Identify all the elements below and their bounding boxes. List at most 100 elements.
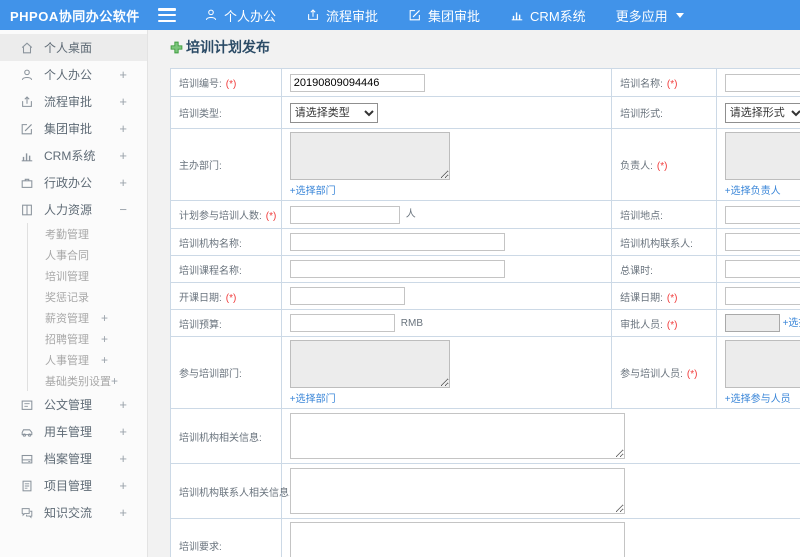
expand-plus-icon[interactable]: + bbox=[119, 397, 127, 412]
upload-icon bbox=[306, 8, 320, 22]
top-bar: PHPOA协同办公软件 个人办公 流程审批 集团审批 CRM系统 更多应用 bbox=[0, 0, 800, 30]
training-type-select[interactable]: 请选择类型 bbox=[289, 102, 378, 123]
training-number-input[interactable] bbox=[289, 73, 425, 92]
training-plan-form: 培训编号:(*) 培训名称:(*) 培训类型: 请选择类型 培训形式: 请选择形… bbox=[170, 68, 800, 557]
sidebar-item-personal-office[interactable]: 个人办公 + bbox=[0, 61, 147, 88]
plus-green-icon bbox=[170, 41, 183, 54]
training-org-contact-input[interactable] bbox=[724, 233, 800, 251]
field-label: 培训机构名称: bbox=[179, 238, 242, 250]
sidebar-item-archive-management[interactable]: 档案管理 + bbox=[0, 445, 147, 472]
required-mark: (*) bbox=[225, 79, 237, 90]
sidebar-item-human-resources[interactable]: 人力资源 − bbox=[0, 196, 147, 223]
training-org-name-input[interactable] bbox=[289, 233, 505, 251]
table-row: 开课日期: (*) 结课日期: (*) bbox=[170, 282, 800, 310]
topnav-more-apps[interactable]: 更多应用 bbox=[616, 6, 684, 25]
required-mark: (*) bbox=[666, 79, 678, 90]
field-label: 参与培训人员: bbox=[620, 369, 683, 380]
field-label: 培训地点: bbox=[620, 211, 663, 222]
field-label: 培训类型: bbox=[179, 109, 222, 120]
submenu-item-salary-management[interactable]: 薪资管理 + bbox=[28, 307, 147, 328]
expand-plus-icon[interactable]: + bbox=[101, 353, 108, 367]
submenu-item-personnel-contract[interactable]: 人事合同 bbox=[28, 244, 147, 265]
table-row: 参与培训部门: +选择部门 参与培训人员: (*) +选择参与人员 bbox=[170, 336, 800, 409]
expand-plus-icon[interactable]: + bbox=[119, 478, 127, 493]
table-row: 培训课程名称: 总课时: bbox=[170, 255, 800, 283]
sidebar-item-group-approval[interactable]: 集团审批 + bbox=[0, 115, 147, 142]
sidebar-item-project-management[interactable]: 项目管理 + bbox=[0, 472, 147, 499]
home-icon bbox=[20, 41, 34, 55]
select-department-link[interactable]: +选择部门 bbox=[290, 394, 336, 405]
topnav-personal-office[interactable]: 个人办公 bbox=[204, 6, 276, 25]
training-mode-select[interactable]: 请选择形式 bbox=[724, 102, 800, 123]
topnav-crm-system[interactable]: CRM系统 bbox=[510, 6, 586, 25]
caret-down-icon bbox=[675, 12, 684, 18]
expand-plus-icon[interactable]: + bbox=[119, 451, 127, 466]
expand-plus-icon[interactable]: + bbox=[111, 374, 118, 388]
sidebar-item-knowledge-exchange[interactable]: 知识交流 + bbox=[0, 499, 147, 526]
sidebar-item-vehicle-management[interactable]: 用车管理 + bbox=[0, 418, 147, 445]
collapse-minus-icon[interactable]: − bbox=[119, 202, 127, 217]
leader-textarea[interactable] bbox=[724, 132, 800, 180]
expand-plus-icon[interactable]: + bbox=[101, 332, 108, 346]
expand-plus-icon[interactable]: + bbox=[119, 175, 127, 190]
select-department-link[interactable]: +选择部门 bbox=[290, 186, 336, 197]
submenu-item-personnel-management[interactable]: 人事管理 + bbox=[28, 349, 147, 370]
participating-department-textarea[interactable] bbox=[289, 340, 450, 388]
main-content: 培训计划发布 培训编号:(*) 培训名称:(*) 培训类型: 请选择类型 培训形… bbox=[148, 30, 800, 557]
required-mark: (*) bbox=[265, 211, 277, 222]
field-label: 培训机构联系人相关信息: bbox=[179, 487, 292, 499]
planned-participants-input[interactable] bbox=[289, 205, 400, 224]
field-label: 培训编号: bbox=[179, 79, 222, 90]
participating-people-textarea[interactable] bbox=[724, 340, 800, 388]
expand-plus-icon[interactable]: + bbox=[119, 121, 127, 136]
expand-plus-icon[interactable]: + bbox=[119, 505, 127, 520]
start-date-input[interactable] bbox=[289, 287, 405, 305]
expand-plus-icon[interactable]: + bbox=[119, 424, 127, 439]
expand-plus-icon[interactable]: + bbox=[101, 311, 108, 325]
select-leader-link[interactable]: +选择负责人 bbox=[725, 186, 781, 197]
submenu-item-reward-punishment[interactable]: 奖惩记录 bbox=[28, 286, 147, 307]
submenu-item-attendance-management[interactable]: 考勤管理 bbox=[28, 223, 147, 244]
hr-submenu: 考勤管理 人事合同 培训管理 奖惩记录 薪资管理 + 招聘管理 + 人事管理 + 基础… bbox=[27, 223, 147, 391]
field-label: 负责人: bbox=[620, 161, 653, 172]
bar-chart-icon bbox=[20, 149, 34, 163]
expand-plus-icon[interactable]: + bbox=[119, 148, 127, 163]
hamburger-menu-icon[interactable] bbox=[158, 8, 176, 22]
table-row: 培训机构名称: 培训机构联系人: bbox=[170, 228, 800, 256]
training-requirement-textarea[interactable] bbox=[289, 522, 625, 557]
required-mark: (*) bbox=[686, 369, 698, 380]
user-icon bbox=[20, 68, 34, 82]
org-info-textarea[interactable] bbox=[289, 413, 625, 459]
select-participants-link[interactable]: +选择参与人员 bbox=[725, 394, 791, 405]
field-label: 总课时: bbox=[620, 265, 653, 277]
submenu-item-recruitment-management[interactable]: 招聘管理 + bbox=[28, 328, 147, 349]
select-approver-link[interactable]: +选择审批人员 bbox=[783, 318, 800, 329]
field-label: 参与培训部门: bbox=[179, 369, 242, 380]
training-location-input[interactable] bbox=[724, 205, 800, 224]
total-hours-input[interactable] bbox=[724, 260, 800, 278]
sidebar-item-official-document[interactable]: 公文管理 + bbox=[0, 391, 147, 418]
host-department-textarea[interactable] bbox=[289, 132, 450, 180]
training-name-input[interactable] bbox=[724, 73, 800, 92]
required-mark: (*) bbox=[666, 319, 678, 331]
archive-icon bbox=[20, 452, 34, 466]
org-contact-info-textarea[interactable] bbox=[289, 468, 625, 514]
sidebar-item-workflow-approval[interactable]: 流程审批 + bbox=[0, 88, 147, 115]
field-label: 培训要求: bbox=[179, 541, 222, 553]
topnav-group-approval[interactable]: 集团审批 bbox=[408, 6, 480, 25]
sidebar-item-admin-office[interactable]: 行政办公 + bbox=[0, 169, 147, 196]
budget-input[interactable] bbox=[289, 314, 395, 332]
expand-plus-icon[interactable]: + bbox=[119, 67, 127, 82]
end-date-input[interactable] bbox=[724, 287, 800, 305]
expand-plus-icon[interactable]: + bbox=[119, 94, 127, 109]
approver-input[interactable] bbox=[724, 314, 780, 333]
sidebar-item-personal-desktop[interactable]: 个人桌面 bbox=[0, 34, 147, 61]
submenu-item-training-management[interactable]: 培训管理 bbox=[28, 265, 147, 286]
sidebar: 个人桌面 个人办公 + 流程审批 + 集团审批 + CRM系统 + 行政办公 +… bbox=[0, 30, 148, 557]
training-course-name-input[interactable] bbox=[289, 260, 505, 278]
topnav-workflow-approval[interactable]: 流程审批 bbox=[306, 6, 378, 25]
sidebar-item-crm-system[interactable]: CRM系统 + bbox=[0, 142, 147, 169]
submenu-item-base-category-settings[interactable]: 基础类别设置 + bbox=[28, 370, 147, 391]
table-row: 计划参与培训人数: (*) 人 培训地点: bbox=[170, 200, 800, 229]
field-label: 计划参与培训人数: bbox=[179, 211, 262, 222]
